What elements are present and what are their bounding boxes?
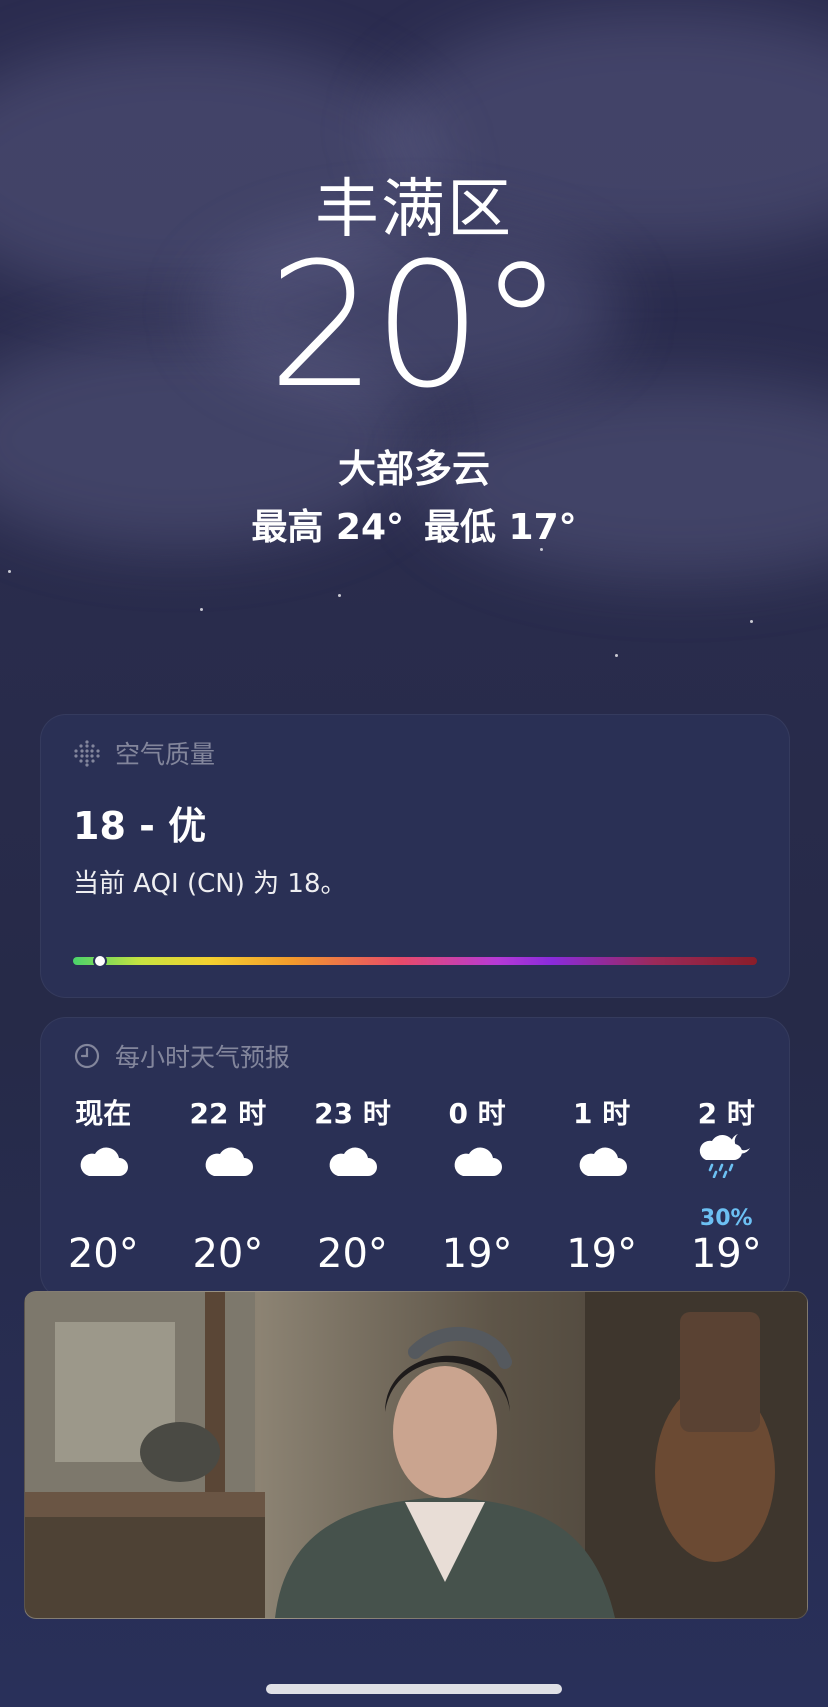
low-temperature: 最低 17°	[424, 507, 577, 548]
cloud-icon	[454, 1147, 503, 1176]
moon-cloud-rain-icon	[700, 1134, 751, 1178]
current-temperature: 20°	[267, 225, 565, 426]
hour-label: 22 时	[189, 1097, 267, 1130]
hour-item: 23 时 20°	[290, 1096, 415, 1286]
hour-item: 现在 20°	[41, 1096, 166, 1286]
air-quality-header: 空气质量	[73, 735, 215, 771]
hourly-forecast-header: 每小时天气预报	[73, 1038, 290, 1074]
hour-label: 23 时	[314, 1097, 391, 1130]
hour-temp: 20°	[317, 1231, 388, 1277]
cloud-icon	[330, 1147, 378, 1176]
air-quality-dots-icon	[74, 740, 100, 767]
aqi-scale-bar	[73, 954, 757, 968]
hour-temp: 20°	[192, 1231, 264, 1277]
cloud-icon	[579, 1147, 627, 1176]
aqi-marker	[93, 954, 108, 968]
hour-temp: 19°	[566, 1231, 638, 1277]
precip-chance: 30%	[699, 1206, 753, 1231]
high-low-temperature: 最高 24° 最低 17°	[0, 498, 828, 550]
cloud-icon	[80, 1147, 129, 1176]
hour-item: 22 时 20°	[166, 1096, 291, 1286]
hour-label: 1 时	[573, 1097, 631, 1130]
air-quality-title: 空气质量	[115, 740, 216, 769]
hour-item: 0 时 19°	[415, 1096, 540, 1286]
current-condition: 大部多云	[337, 447, 490, 491]
picture-in-picture-video[interactable]	[24, 1291, 808, 1619]
cloud-icon	[205, 1147, 253, 1176]
high-temperature: 最高 24°	[251, 507, 404, 548]
video-frame-image	[25, 1292, 807, 1618]
hour-label: 现在	[75, 1097, 132, 1130]
hourly-forecast-card[interactable]: 每小时天气预报 现在 20° 22 时 20° 23 时 20° 0 时 19°	[40, 1017, 790, 1299]
air-quality-card[interactable]: 空气质量 18 - 优 当前 AQI (CN) 为 18。	[40, 714, 790, 998]
hour-temp: 19°	[690, 1231, 762, 1277]
aqi-description: 当前 AQI (CN) 为 18。	[73, 869, 347, 899]
hour-label: 2 时	[697, 1097, 755, 1130]
hourly-list: 现在 20° 22 时 20° 23 时 20° 0 时 19° 1 时 19°…	[41, 1096, 789, 1286]
hour-temp: 20°	[67, 1231, 139, 1277]
aqi-value-label: 18 - 优	[73, 804, 207, 848]
hour-temp: 19°	[441, 1231, 513, 1277]
home-indicator[interactable]	[266, 1684, 562, 1694]
clock-icon	[74, 1043, 100, 1069]
hour-item: 2 时 30% 19°	[664, 1096, 789, 1286]
hour-label: 0 时	[448, 1097, 506, 1130]
hourly-forecast-title: 每小时天气预报	[115, 1043, 291, 1072]
hour-item: 1 时 19°	[539, 1096, 664, 1286]
